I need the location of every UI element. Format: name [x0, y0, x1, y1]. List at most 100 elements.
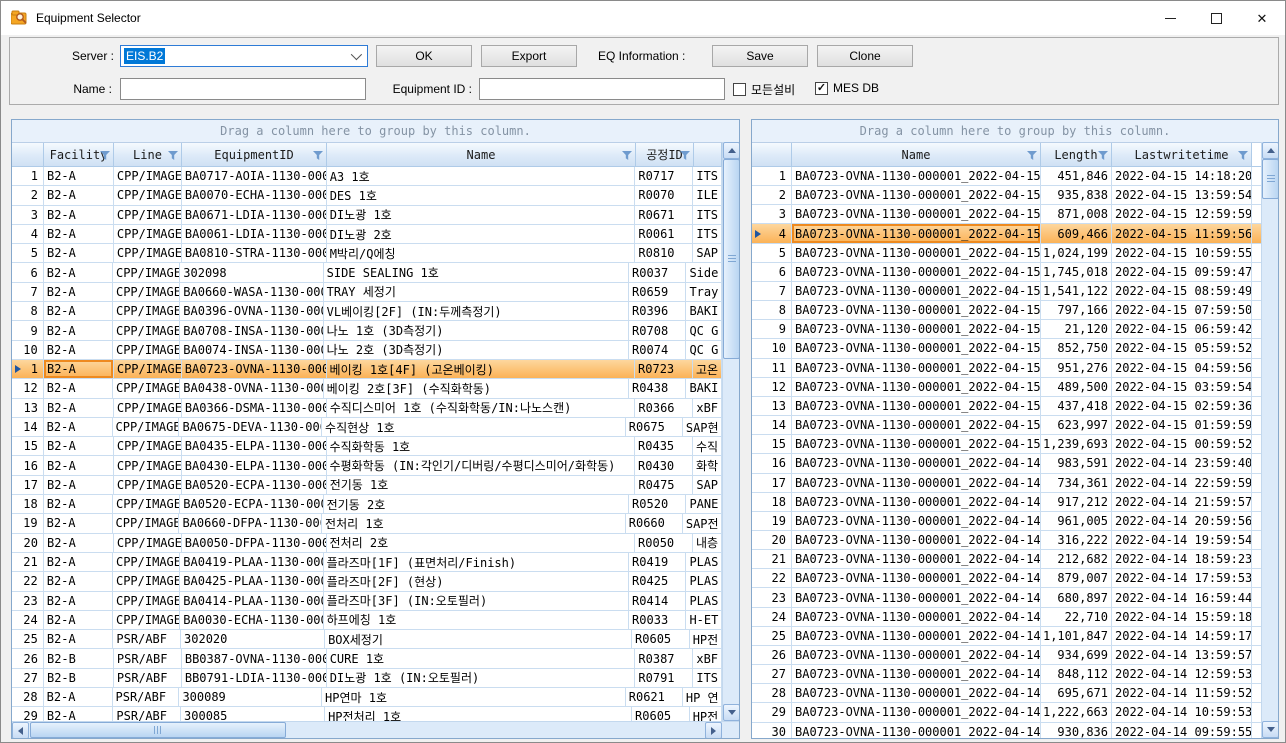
- clone-button[interactable]: Clone: [817, 45, 913, 67]
- column-header-Line[interactable]: Line: [114, 143, 182, 167]
- table-row[interactable]: 3B2-ACPP/IMAGEBA0671-LDIA-1130-000001DI노…: [12, 206, 722, 225]
- table-row[interactable]: 5B2-ACPP/IMAGEBA0810-STRA-1130-000001M박리…: [12, 244, 722, 263]
- table-row[interactable]: 10BA0723-OVNA-1130-000001_2022-04-15_05.…: [752, 339, 1261, 358]
- table-row[interactable]: 16BA0723-OVNA-1130-000001_2022-04-14_23.…: [752, 454, 1261, 473]
- table-row[interactable]: 1BA0723-OVNA-1130-000001_2022-04-15_14.L…: [752, 167, 1261, 186]
- scroll-right-button[interactable]: [705, 722, 722, 739]
- column-header-공정ID[interactable]: 공정ID: [636, 143, 694, 167]
- table-row[interactable]: 8BA0723-OVNA-1130-000001_2022-04-15_07.L…: [752, 301, 1261, 320]
- table-row[interactable]: 30BA0723-OVNA-1130-000001_2022-04-14_09.…: [752, 723, 1261, 738]
- name-input[interactable]: [120, 78, 366, 100]
- table-row[interactable]: 20BA0723-OVNA-1130-000001_2022-04-14_19.…: [752, 531, 1261, 550]
- column-header-Facility[interactable]: Facility: [44, 143, 114, 167]
- table-row[interactable]: 27B2-BPSR/ABFBB0791-LDIA-1130-000001DI노광…: [12, 669, 722, 688]
- table-row[interactable]: 9BA0723-OVNA-1130-000001_2022-04-15_06.L…: [752, 320, 1261, 339]
- server-combobox[interactable]: EIS.B2: [120, 45, 368, 67]
- table-row[interactable]: 14B2-ACPP/IMAGEBA0675-DEVA-1130-000001수직…: [12, 418, 722, 437]
- column-header-Name[interactable]: Name: [792, 143, 1041, 167]
- table-row[interactable]: 2BA0723-OVNA-1130-000001_2022-04-15_13.L…: [752, 186, 1261, 205]
- vertical-scrollbar[interactable]: [1261, 142, 1278, 738]
- vertical-scroll-thumb[interactable]: [723, 159, 740, 359]
- table-row[interactable]: 1B2-ACPP/IMAGEBA0723-OVNA-1130-000001베이킹…: [12, 360, 722, 379]
- scroll-down-button[interactable]: [1262, 721, 1279, 738]
- table-row[interactable]: 29BA0723-OVNA-1130-000001_2022-04-14_10.…: [752, 703, 1261, 722]
- close-button[interactable]: ✕: [1239, 1, 1285, 35]
- all-equipment-checkbox[interactable]: 모든설비: [733, 81, 795, 98]
- table-row[interactable]: 17B2-ACPP/IMAGEBA0520-ECPA-1130-000001전기…: [12, 476, 722, 495]
- table-row[interactable]: 26B2-BPSR/ABFBB0387-OVNA-1130-000001CURE…: [12, 649, 722, 668]
- group-by-panel[interactable]: Drag a column here to group by this colu…: [752, 120, 1278, 143]
- checkbox-unchecked-icon[interactable]: [733, 83, 746, 96]
- minimize-button[interactable]: [1147, 1, 1193, 35]
- table-row[interactable]: 26BA0723-OVNA-1130-000001_2022-04-14_13.…: [752, 646, 1261, 665]
- table-row[interactable]: 6BA0723-OVNA-1130-000001_2022-04-15_09.L…: [752, 263, 1261, 282]
- scroll-up-button[interactable]: [723, 142, 740, 159]
- table-row[interactable]: 18B2-ACPP/IMAGEBA0520-ECPA-1130-000002전기…: [12, 495, 722, 514]
- table-row[interactable]: 23BA0723-OVNA-1130-000001_2022-04-14_16.…: [752, 588, 1261, 607]
- table-row[interactable]: 13B2-ACPP/IMAGEBA0366-DSMA-1130-000001수직…: [12, 399, 722, 418]
- column-header-Length[interactable]: Length: [1041, 143, 1112, 167]
- table-row[interactable]: 19B2-ACPP/IMAGEBA0660-DFPA-1130-000001전처…: [12, 514, 722, 533]
- table-row[interactable]: 28B2-APSR/ABF300089HP연마 1호R0621HP 연: [12, 688, 722, 707]
- table-row[interactable]: 12BA0723-OVNA-1130-000001_2022-04-15_03.…: [752, 378, 1261, 397]
- save-button[interactable]: Save: [712, 45, 808, 67]
- maximize-button[interactable]: [1193, 1, 1239, 35]
- filter-icon[interactable]: [1027, 151, 1037, 160]
- table-row[interactable]: 16B2-ACPP/IMAGEBA0430-ELPA-1130-000001수평…: [12, 456, 722, 475]
- column-header-EquipmentID[interactable]: EquipmentID: [182, 143, 327, 167]
- group-by-panel[interactable]: Drag a column here to group by this colu…: [12, 120, 739, 143]
- table-row[interactable]: 18BA0723-OVNA-1130-000001_2022-04-14_21.…: [752, 493, 1261, 512]
- table-row[interactable]: 12B2-ACPP/IMAGEBA0438-OVNA-1130-000001베이…: [12, 379, 722, 398]
- horizontal-scroll-thumb[interactable]: [30, 722, 286, 738]
- filter-icon[interactable]: [1098, 151, 1108, 160]
- table-row[interactable]: 1B2-ACPP/IMAGEBA0717-AOIA-1130-000001A3 …: [12, 167, 722, 186]
- column-header-Name[interactable]: Name: [327, 143, 636, 167]
- filter-icon[interactable]: [622, 151, 632, 160]
- table-row[interactable]: 19BA0723-OVNA-1130-000001_2022-04-14_20.…: [752, 512, 1261, 531]
- vertical-scroll-thumb[interactable]: [1262, 159, 1279, 199]
- table-row[interactable]: 13BA0723-OVNA-1130-000001_2022-04-15_02.…: [752, 397, 1261, 416]
- table-row[interactable]: 22BA0723-OVNA-1130-000001_2022-04-14_17.…: [752, 569, 1261, 588]
- table-row[interactable]: 25B2-APSR/ABF302020BOX세정기R0605HP전: [12, 630, 722, 649]
- table-row[interactable]: 2B2-ACPP/IMAGEBA0070-ECHA-1130-000001DES…: [12, 186, 722, 205]
- table-row[interactable]: 14BA0723-OVNA-1130-000001_2022-04-15_01.…: [752, 416, 1261, 435]
- table-row[interactable]: 24BA0723-OVNA-1130-000001_2022-04-14_15.…: [752, 608, 1261, 627]
- table-row[interactable]: 9B2-ACPP/IMAGEBA0708-INSA-1130-000001나노 …: [12, 321, 722, 340]
- filter-icon[interactable]: [313, 151, 323, 160]
- table-row[interactable]: 11BA0723-OVNA-1130-000001_2022-04-15_04.…: [752, 359, 1261, 378]
- table-row[interactable]: 17BA0723-OVNA-1130-000001_2022-04-14_22.…: [752, 474, 1261, 493]
- filter-icon[interactable]: [168, 151, 178, 160]
- column-header-blank[interactable]: [694, 143, 722, 167]
- scroll-left-button[interactable]: [12, 722, 29, 739]
- table-row[interactable]: 28BA0723-OVNA-1130-000001_2022-04-14_11.…: [752, 684, 1261, 703]
- table-row[interactable]: 4BA0723-OVNA-1130-000001_2022-04-15_11.L…: [752, 224, 1261, 243]
- export-button[interactable]: Export: [481, 45, 577, 67]
- table-row[interactable]: 21BA0723-OVNA-1130-000001_2022-04-14_18.…: [752, 550, 1261, 569]
- table-row[interactable]: 25BA0723-OVNA-1130-000001_2022-04-14_14.…: [752, 627, 1261, 646]
- scroll-down-button[interactable]: [723, 704, 740, 721]
- table-row[interactable]: 23B2-ACPP/IMAGEBA0414-PLAA-1130-000001플라…: [12, 592, 722, 611]
- vertical-scrollbar[interactable]: [722, 142, 739, 721]
- table-row[interactable]: 15BA0723-OVNA-1130-000001_2022-04-15_00.…: [752, 435, 1261, 454]
- table-row[interactable]: 7BA0723-OVNA-1130-000001_2022-04-15_08.L…: [752, 282, 1261, 301]
- table-row[interactable]: 29B2-APSR/ABF300085HP전처리 1호R0605HP전: [12, 707, 722, 721]
- table-row[interactable]: 24B2-ACPP/IMAGEBA0030-ECHA-1130-000001하프…: [12, 611, 722, 630]
- scroll-up-button[interactable]: [1262, 142, 1279, 159]
- ok-button[interactable]: OK: [376, 45, 472, 67]
- table-row[interactable]: 6B2-ACPP/IMAGE302098SIDE SEALING 1호R0037…: [12, 263, 722, 282]
- column-header-Lastwritetime[interactable]: Lastwritetime: [1112, 143, 1252, 167]
- filter-icon[interactable]: [1238, 151, 1248, 160]
- horizontal-scroll-track[interactable]: [29, 722, 705, 738]
- table-row[interactable]: 21B2-ACPP/IMAGEBA0419-PLAA-1130-000001플라…: [12, 553, 722, 572]
- table-row[interactable]: 10B2-ACPP/IMAGEBA0074-INSA-1130-000001나노…: [12, 341, 722, 360]
- table-row[interactable]: 27BA0723-OVNA-1130-000001_2022-04-14_12.…: [752, 665, 1261, 684]
- table-row[interactable]: 8B2-ACPP/IMAGEBA0396-OVNA-1130-000001VL베…: [12, 302, 722, 321]
- table-row[interactable]: 20B2-ACPP/IMAGEBA0050-DFPA-1130-000001전처…: [12, 534, 722, 553]
- mes-db-checkbox[interactable]: ✓ MES DB: [815, 81, 879, 95]
- table-row[interactable]: 3BA0723-OVNA-1130-000001_2022-04-15_12.L…: [752, 205, 1261, 224]
- table-row[interactable]: 22B2-ACPP/IMAGEBA0425-PLAA-1130-000001플라…: [12, 572, 722, 591]
- checkbox-checked-icon[interactable]: ✓: [815, 82, 828, 95]
- table-row[interactable]: 7B2-ACPP/IMAGEBA0660-WASA-1130-000001TRA…: [12, 283, 722, 302]
- equipment-id-input[interactable]: [479, 78, 725, 100]
- horizontal-scrollbar[interactable]: [12, 721, 739, 738]
